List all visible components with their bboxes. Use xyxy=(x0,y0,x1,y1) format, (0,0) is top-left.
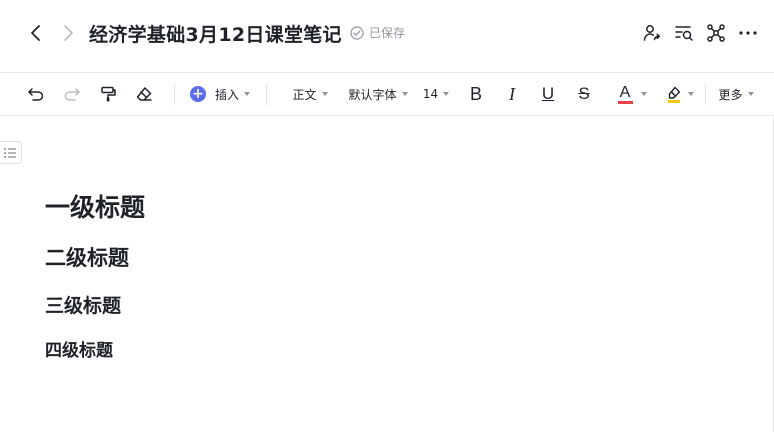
eraser-icon xyxy=(136,87,152,101)
header-actions xyxy=(642,21,758,45)
insert-button[interactable]: + 插入 xyxy=(190,73,250,115)
italic-icon: I xyxy=(509,83,515,104)
toolbar-divider xyxy=(174,85,175,105)
highlighter-pen-icon xyxy=(668,86,681,99)
share-button[interactable] xyxy=(642,21,662,45)
more-dots-icon xyxy=(739,31,757,35)
bold-icon: B xyxy=(469,83,482,104)
strikethrough-button[interactable]: S xyxy=(572,73,596,115)
caret-down-icon xyxy=(244,92,250,96)
check-circle-icon xyxy=(350,25,364,40)
more-menu-button[interactable] xyxy=(738,21,758,45)
document-title[interactable]: 经济学基础3月12日课堂笔记 xyxy=(89,20,342,47)
heading-level-3[interactable]: 三级标题 xyxy=(45,291,121,318)
highlight-button[interactable] xyxy=(660,73,700,115)
highlight-swatch xyxy=(668,99,680,103)
more-tools-dropdown[interactable]: 更多 xyxy=(716,73,756,115)
underline-button[interactable]: U xyxy=(536,73,560,115)
caret-down-icon xyxy=(688,92,694,96)
save-status-label: 已保存 xyxy=(369,26,406,40)
user-share-icon xyxy=(643,25,661,41)
toolbar-divider xyxy=(266,85,267,105)
title-bar: 经济学基础3月12日课堂笔记 已保存 xyxy=(0,0,774,68)
search-replace-button[interactable] xyxy=(674,21,694,45)
undo-icon xyxy=(28,88,44,101)
format-painter-icon xyxy=(101,86,116,102)
clear-format-button[interactable] xyxy=(132,73,156,115)
mindmap-icon xyxy=(707,24,725,42)
font-family-dropdown[interactable]: 默认字体 xyxy=(346,73,410,115)
font-color-icon: A xyxy=(617,83,633,104)
save-status: 已保存 xyxy=(350,24,405,41)
bold-button[interactable]: B xyxy=(464,73,488,115)
caret-down-icon xyxy=(747,92,754,96)
font-color-button[interactable]: A xyxy=(612,73,652,115)
italic-button[interactable]: I xyxy=(500,73,524,115)
insert-label: 插入 xyxy=(214,87,239,102)
format-painter-button[interactable] xyxy=(96,73,120,115)
format-toolbar: + 插入 正文 默认字体 14 B I U S A 更多 xyxy=(0,72,774,116)
more-tools-label: 更多 xyxy=(718,87,743,102)
font-family-label: 默认字体 xyxy=(348,87,397,102)
caret-down-icon xyxy=(443,92,450,96)
underline-icon: U xyxy=(541,84,555,103)
undo-button[interactable] xyxy=(24,73,48,115)
heading-level-1[interactable]: 一级标题 xyxy=(45,188,145,224)
caret-down-icon xyxy=(321,92,328,96)
mindmap-button[interactable] xyxy=(706,21,726,45)
find-in-doc-icon xyxy=(675,26,693,41)
caret-down-icon xyxy=(401,92,408,96)
back-button[interactable] xyxy=(25,21,47,45)
strikethrough-icon: S xyxy=(578,84,590,103)
highlighter-icon xyxy=(666,86,682,103)
chevron-right-icon xyxy=(64,25,73,41)
heading-level-4[interactable]: 四级标题 xyxy=(45,336,113,361)
font-size-dropdown[interactable]: 14 xyxy=(422,73,450,115)
chevron-left-icon xyxy=(31,25,40,41)
paragraph-style-dropdown[interactable]: 正文 xyxy=(290,73,330,115)
font-color-letter: A xyxy=(619,83,631,101)
heading-level-2[interactable]: 二级标题 xyxy=(45,242,129,272)
outline-toggle-button[interactable] xyxy=(0,141,22,164)
paragraph-style-label: 正文 xyxy=(292,87,317,102)
font-size-label: 14 xyxy=(422,87,439,101)
redo-button[interactable] xyxy=(60,73,84,115)
font-color-swatch xyxy=(617,100,633,104)
plus-icon: + xyxy=(190,86,206,102)
toolbar-divider xyxy=(705,85,706,105)
list-icon xyxy=(3,147,16,158)
redo-icon xyxy=(64,88,80,101)
caret-down-icon xyxy=(640,92,647,96)
forward-button[interactable] xyxy=(57,21,79,45)
